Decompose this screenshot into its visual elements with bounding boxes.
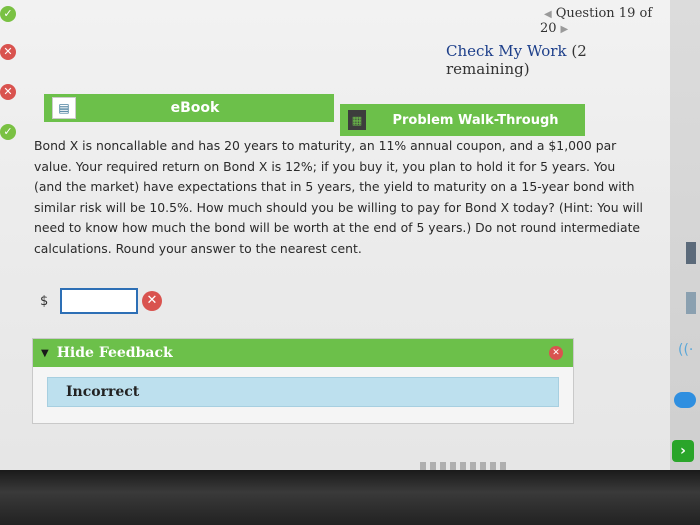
close-icon[interactable]: ✕ <box>549 346 563 360</box>
x-icon: ✕ <box>142 291 162 311</box>
problem-walkthrough-button[interactable]: ▦ Problem Walk-Through <box>340 104 585 136</box>
next-question-icon[interactable]: ▶ <box>561 24 569 35</box>
question-counter: Question 19 of 20 <box>540 6 653 36</box>
wifi-icon: ((· <box>678 342 694 358</box>
hide-feedback-toggle[interactable]: ▼ Hide Feedback ✕ <box>33 339 573 367</box>
sidebar-block-icon <box>686 292 696 314</box>
cutoff-text <box>420 462 510 470</box>
next-arrow-icon[interactable]: › <box>672 440 694 462</box>
ebook-button[interactable]: ▤ eBook <box>44 94 334 122</box>
answer-input[interactable] <box>60 288 138 314</box>
question-status-incorrect-icon[interactable]: ✕ <box>0 84 16 100</box>
desk-background <box>0 470 700 525</box>
problem-walkthrough-label: Problem Walk-Through <box>392 112 559 128</box>
question-status-correct-icon[interactable]: ✓ <box>0 124 16 140</box>
cloud-icon <box>674 392 696 408</box>
problem-text: Bond X is noncallable and has 20 years t… <box>34 138 643 256</box>
question-status-correct-icon[interactable]: ✓ <box>0 6 16 22</box>
book-icon: ▤ <box>52 97 76 119</box>
hide-feedback-label: Hide Feedback <box>56 345 173 361</box>
feedback-panel: ▼ Hide Feedback ✕ Incorrect <box>32 338 574 424</box>
question-navigation: ◀ Question 19 of 20 ▶ <box>540 6 670 36</box>
check-my-work-label[interactable]: Check My Work <box>446 42 567 60</box>
ebook-label: eBook <box>170 100 220 116</box>
previous-question-icon[interactable]: ◀ <box>544 9 552 20</box>
currency-symbol: $ <box>40 293 49 309</box>
assignment-page: ✓ ✕ ✕ ✓ ◀ Question 19 of 20 ▶ Check My Wor… <box>0 0 670 470</box>
question-status-incorrect-icon[interactable]: ✕ <box>0 44 16 60</box>
feedback-result: Incorrect <box>47 377 559 407</box>
triangle-down-icon: ▼ <box>41 347 49 359</box>
answer-row: $ ✕ <box>40 286 162 316</box>
feedback-result-label: Incorrect <box>66 384 140 400</box>
sidebar-block-icon <box>686 242 696 264</box>
film-icon: ▦ <box>348 110 366 130</box>
check-my-work-link[interactable]: Check My Work (2 remaining) <box>446 42 670 78</box>
